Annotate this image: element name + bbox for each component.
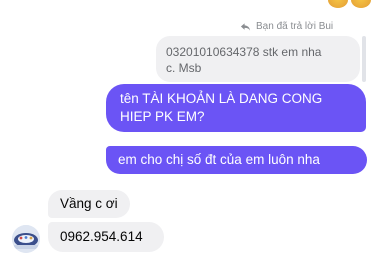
quoted-message[interactable]: 03201010634378 stk em nha c. Msb bbox=[156, 36, 360, 82]
avatar-image bbox=[12, 225, 40, 253]
message-text: Vầng c ơi bbox=[60, 196, 118, 211]
reply-indicator: Bạn đã trả lời Bui bbox=[240, 21, 333, 32]
message-text: 0962.954.614 bbox=[60, 229, 143, 244]
message-text-line: tên TÀI KHOẢN LÀ DANG CONG bbox=[120, 91, 323, 106]
quoted-message-line: c. Msb bbox=[166, 61, 202, 75]
avatar[interactable] bbox=[12, 225, 40, 253]
outgoing-message[interactable]: em cho chị số đt của em luôn nha bbox=[106, 146, 367, 174]
reply-indicator-text: Bạn đã trả lời Bui bbox=[256, 21, 334, 32]
emoji-reaction-icon bbox=[328, 0, 348, 8]
message-text-line: HIEP PK EM? bbox=[120, 109, 205, 124]
quoted-message-line: 03201010634378 stk em nha bbox=[166, 45, 322, 59]
incoming-message[interactable]: 0962.954.614 bbox=[48, 222, 164, 252]
incoming-message[interactable]: Vầng c ơi bbox=[48, 190, 130, 218]
emoji-reaction-icon bbox=[351, 0, 371, 8]
reply-arrow-icon bbox=[240, 22, 251, 31]
message-text: em cho chị số đt của em luôn nha bbox=[118, 152, 320, 167]
reply-bar bbox=[362, 36, 366, 82]
outgoing-message[interactable]: tên TÀI KHOẢN LÀ DANG CONG HIEP PK EM? bbox=[106, 84, 366, 132]
